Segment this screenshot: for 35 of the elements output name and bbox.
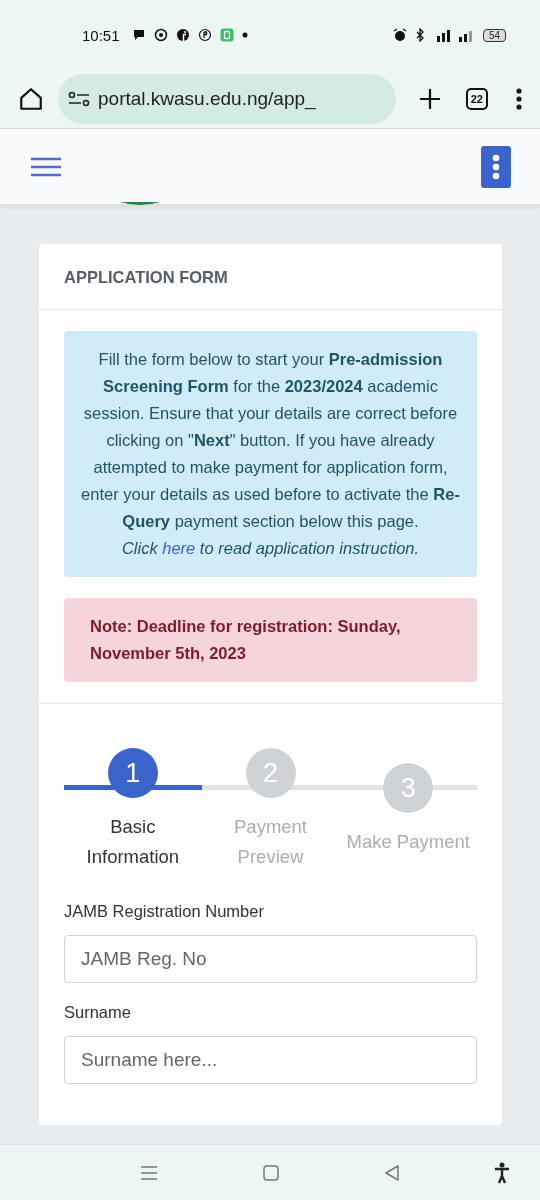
bluetooth-icon: [414, 28, 425, 42]
url-text: portal.kwasu.edu.ng/app_: [98, 88, 316, 110]
step-label: Make Payment: [346, 830, 470, 854]
alarm-icon: [392, 28, 407, 42]
battery-indicator: 54: [482, 28, 506, 42]
more-icon: [492, 153, 500, 180]
more-icon[interactable]: [516, 87, 522, 111]
back-icon[interactable]: [384, 1164, 400, 1181]
form-title: APPLICATION FORM: [64, 268, 228, 286]
step-number[interactable]: 1: [107, 748, 158, 798]
coin-icon: [197, 28, 212, 42]
chat-icon: [131, 28, 146, 42]
instructions-text: Fill the form below to start your Pre-admission Screening Form for the 2023/2024 academic session. Ensure that your details are correct before clicking on "Next" button. If you have already attempted to make payment for application form, enter your details as used before to activate the Re-Query payment section below this page.: [80, 349, 461, 532]
site-settings-icon[interactable]: [68, 91, 90, 107]
input-field[interactable]: JAMB Reg. No: [64, 935, 477, 983]
deadline-note: Note: Deadline for registration: Sunday, November 5th, 2023: [64, 598, 477, 682]
home-button-icon[interactable]: [263, 1164, 279, 1181]
step-label: Basic Information: [85, 815, 181, 869]
plus-icon[interactable]: [417, 87, 442, 111]
dot-icon: [241, 32, 248, 38]
input-field[interactable]: Surname here...: [64, 1036, 477, 1084]
status-time: 10:51: [82, 26, 120, 44]
app-icon: [219, 28, 234, 42]
recents-icon[interactable]: [140, 1164, 158, 1181]
accessibility-icon[interactable]: [494, 1161, 510, 1184]
menu-icon[interactable]: [30, 155, 62, 178]
address-bar[interactable]: portal.kwasu.edu.ng/app_: [58, 74, 396, 124]
home-icon[interactable]: [18, 86, 44, 112]
step-label: Payment Preview: [233, 815, 308, 869]
instruction-link-text: Click here to read application instruction.: [120, 538, 421, 559]
field-label: Surname: [64, 1003, 132, 1022]
here-link[interactable]: here: [162, 539, 196, 557]
tab-count-button[interactable]: 22: [465, 88, 488, 110]
options-button[interactable]: [481, 145, 511, 188]
field-label: JAMB Registration Number: [64, 902, 265, 921]
